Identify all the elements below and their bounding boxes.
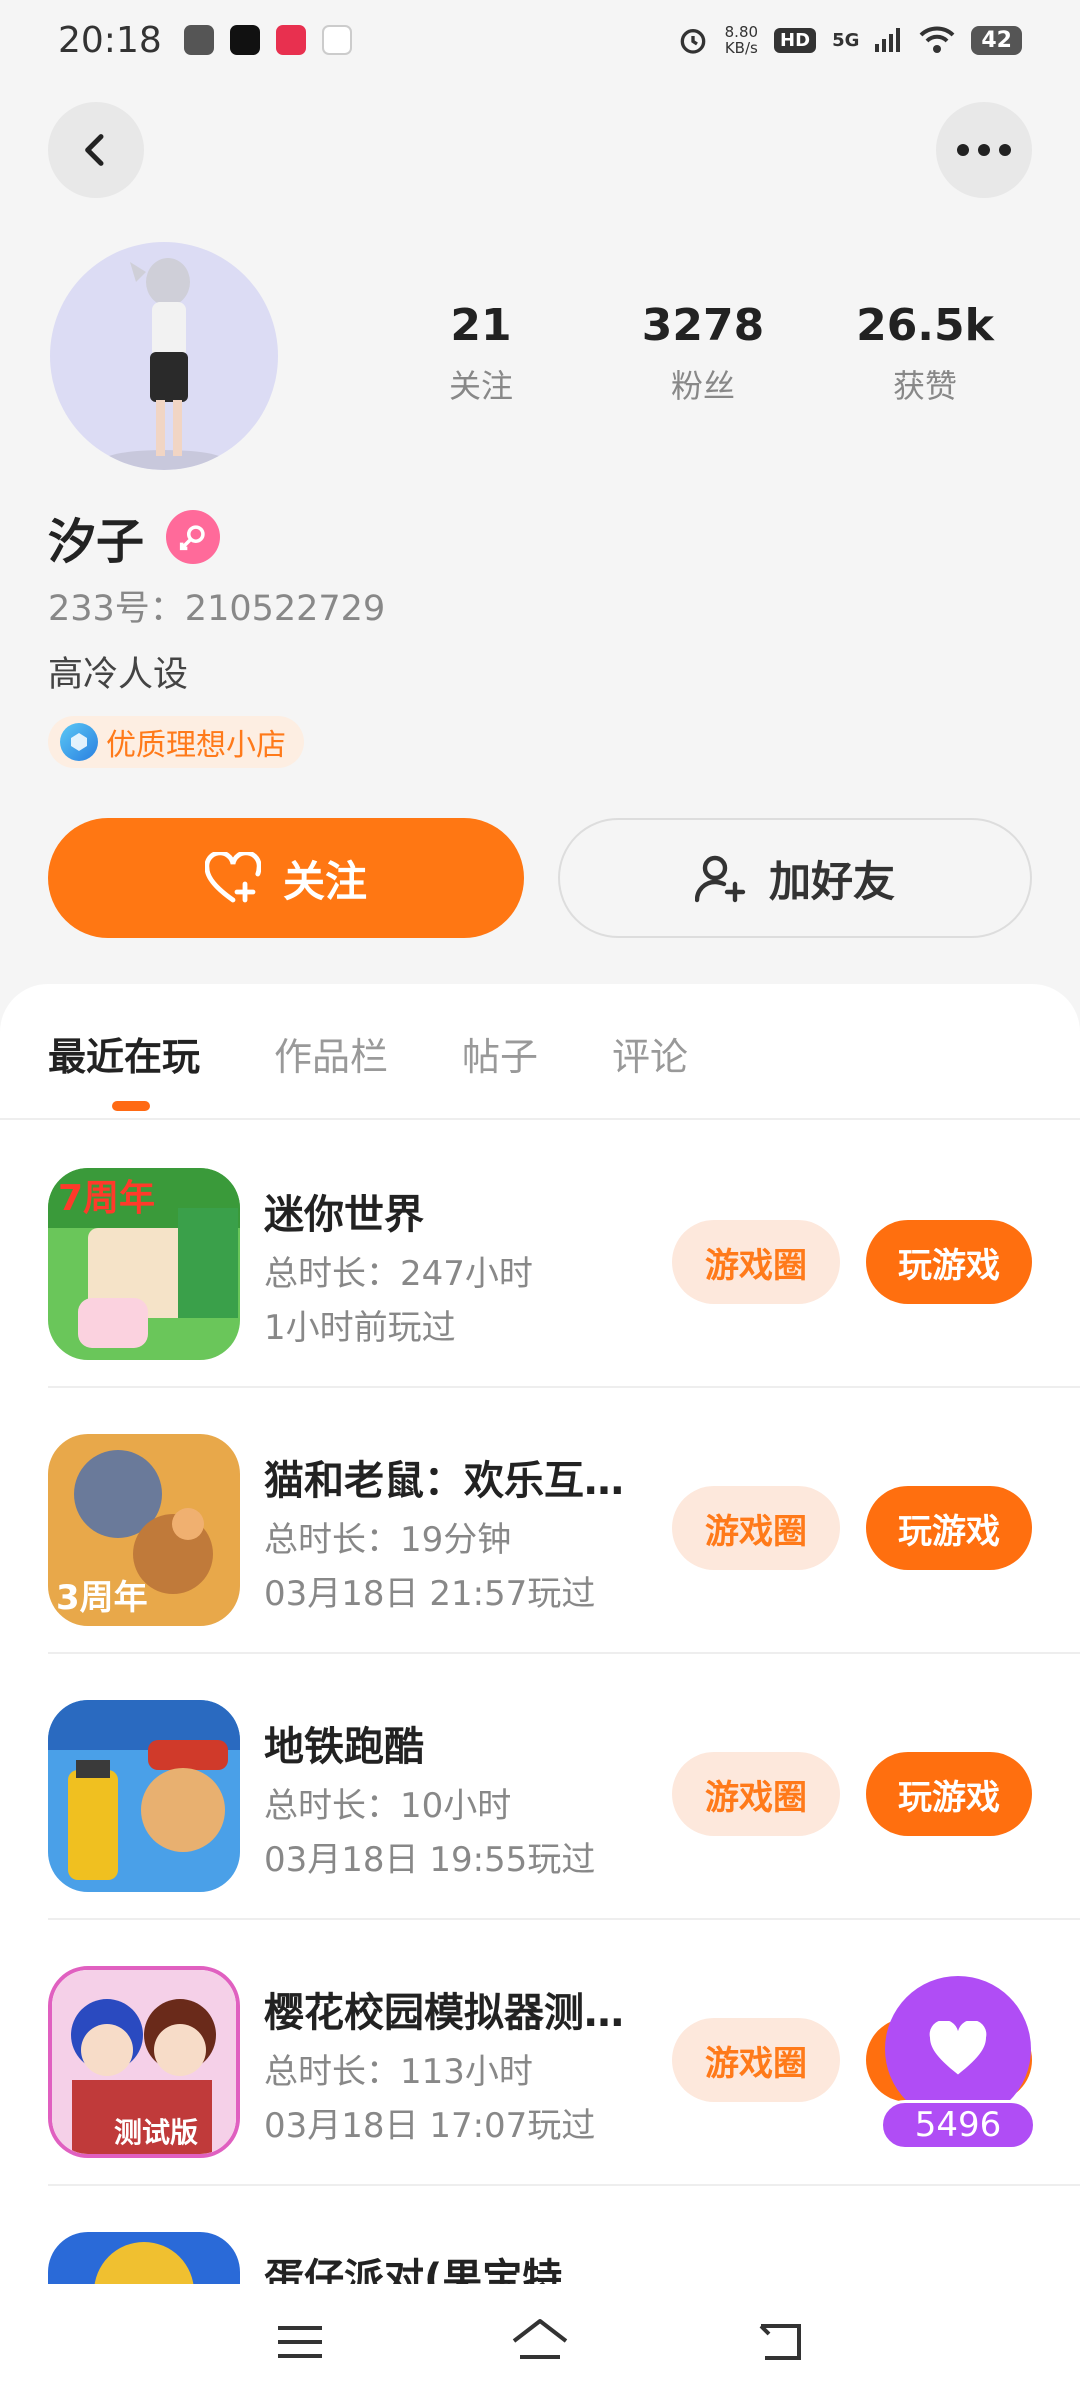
profile-bio: 高冷人设 [48, 655, 189, 695]
list-item[interactable]: 7周年 迷你世界 总时长：247小时 1小时前玩过 游戏圈 玩游戏 [0, 1120, 1080, 1386]
status-bar: 20:18 8.80 KB/s HD 5G 42 [0, 0, 1080, 80]
shop-badge-label: 优质理想小店 [106, 728, 286, 763]
game-last-played: 03月18日 19:55玩过 [264, 1840, 596, 1880]
tab-posts[interactable]: 帖子 [462, 1026, 538, 1111]
wechat-icon [183, 25, 214, 55]
game-last-played: 03月18日 21:57玩过 [264, 1574, 596, 1614]
name-row: 汐子 [48, 502, 221, 572]
status-time: 20:18 [58, 19, 162, 61]
follow-button[interactable]: 关注 [48, 818, 524, 938]
avatar[interactable] [50, 242, 278, 470]
tab-comments[interactable]: 评论 [612, 1026, 688, 1111]
home-icon[interactable] [505, 2307, 575, 2377]
menu-icon[interactable] [265, 2307, 335, 2377]
game-duration: 总时长：19分钟 [264, 1520, 512, 1560]
tab-recently-played[interactable]: 最近在玩 [48, 1026, 200, 1111]
game-circle-button[interactable]: 游戏圈 [672, 1752, 840, 1836]
shop-badge-icon [60, 723, 98, 761]
list-item[interactable]: 地铁跑酷 总时长：10小时 03月18日 19:55玩过 游戏圈 玩游戏 [0, 1652, 1080, 1918]
hd-badge: HD [774, 27, 817, 53]
heart-plus-icon [204, 852, 261, 903]
more-button[interactable] [936, 102, 1032, 198]
stat-fans[interactable]: 3278 粉丝 [592, 300, 814, 407]
play-game-button[interactable]: 玩游戏 [866, 1220, 1032, 1304]
follow-button-label: 关注 [282, 856, 367, 906]
chevron-left-icon [85, 134, 104, 166]
game-title: 迷你世界 [264, 1192, 424, 1238]
profile-name: 汐子 [48, 514, 145, 570]
profile-tabs: 最近在玩 作品栏 帖子 评论 [48, 1026, 762, 1111]
wifi-icon [919, 26, 955, 53]
tab-works[interactable]: 作品栏 [274, 1026, 388, 1111]
game-circle-button[interactable]: 游戏圈 [672, 1486, 840, 1570]
game-title: 地铁跑酷 [264, 1724, 424, 1770]
stat-following-label: 关注 [448, 367, 513, 405]
game-duration: 总时长：113小时 [264, 2052, 533, 2092]
back-button[interactable] [48, 102, 144, 198]
game-duration: 总时长：10小时 [264, 1786, 512, 1826]
app-red-icon [275, 25, 306, 55]
stat-following-value: 21 [450, 300, 512, 351]
game-icon-mini-world: 7周年 [48, 1168, 240, 1360]
floating-like-widget[interactable]: 5496 [880, 1976, 1036, 2156]
active-tab-indicator [112, 1101, 150, 1111]
add-user-icon [694, 855, 746, 903]
game-last-played: 1小时前玩过 [264, 1308, 456, 1348]
avatar-figure [104, 258, 224, 470]
top-nav [0, 102, 1080, 198]
shop-badge[interactable]: 优质理想小店 [48, 716, 304, 768]
more-dots-icon [957, 144, 1011, 156]
svg-text:3周年: 3周年 [56, 1578, 148, 1618]
game-title: 猫和老鼠：欢乐互… [264, 1458, 624, 1504]
play-game-button[interactable]: 玩游戏 [866, 1486, 1032, 1570]
game-duration: 总时长：247小时 [264, 1254, 533, 1294]
battery-indicator: 42 [971, 25, 1022, 55]
app-100-icon [321, 25, 352, 55]
stat-fans-label: 粉丝 [670, 367, 735, 405]
profile-uid: 233号：210522729 [48, 589, 386, 629]
heart-icon [929, 2021, 987, 2075]
stat-likes[interactable]: 26.5k 获赞 [814, 300, 1036, 407]
add-friend-button[interactable]: 加好友 [558, 818, 1032, 938]
add-friend-button-label: 加好友 [768, 856, 895, 906]
signal-5g: 5G [832, 29, 860, 51]
stat-likes-label: 获赞 [892, 367, 957, 405]
profile-stats: 21 关注 3278 粉丝 26.5k 获赞 [370, 300, 1036, 407]
game-icon-tom-and-jerry: 3周年 [48, 1434, 240, 1626]
list-item[interactable]: 3周年 猫和老鼠：欢乐互… 总时长：19分钟 03月18日 21:57玩过 游戏… [0, 1386, 1080, 1652]
status-right: 8.80 KB/s HD 5G 42 [677, 24, 1022, 56]
signal-icon [875, 28, 901, 52]
stat-following[interactable]: 21 关注 [370, 300, 592, 407]
svg-text:7周年: 7周年 [58, 1178, 155, 1219]
game-icon-subway-surfers [48, 1700, 240, 1892]
like-count: 5496 [880, 2100, 1036, 2150]
game-title: 樱花校园模拟器测… [264, 1990, 624, 2036]
network-speed: 8.80 KB/s [724, 23, 759, 57]
svg-text:测试版: 测试版 [114, 2116, 198, 2149]
game-circle-button[interactable]: 游戏圈 [672, 2018, 840, 2102]
game-circle-button[interactable]: 游戏圈 [672, 1220, 840, 1304]
tiktok-icon [229, 25, 260, 55]
game-last-played: 03月18日 17:07玩过 [264, 2106, 596, 2146]
back-nav-icon[interactable] [745, 2307, 815, 2377]
female-gender-icon [166, 510, 221, 564]
stat-likes-value: 26.5k [856, 300, 994, 351]
alarm-icon [680, 28, 705, 54]
system-nav-bar [0, 2284, 1080, 2400]
stat-fans-value: 3278 [641, 300, 765, 351]
play-game-button[interactable]: 玩游戏 [866, 1752, 1032, 1836]
game-icon-sakura-school: 测试版 [48, 1966, 240, 2158]
